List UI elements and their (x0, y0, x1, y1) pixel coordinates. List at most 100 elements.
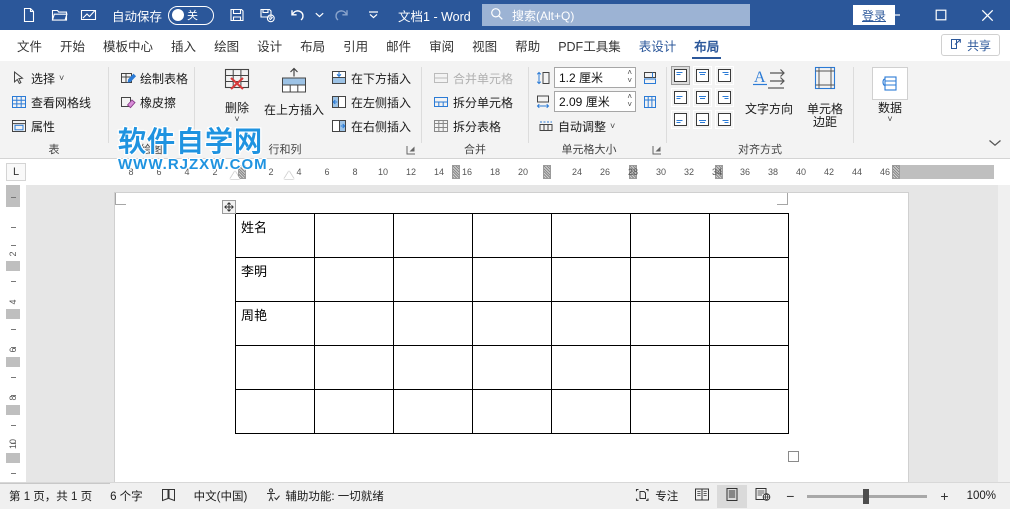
table-cell[interactable] (709, 389, 789, 434)
delete-table-button[interactable]: 删除 ˅ (209, 67, 265, 124)
vertical-scrollbar[interactable] (998, 185, 1010, 482)
table-cell[interactable] (709, 213, 789, 258)
search-input[interactable]: 搜索(Alt+Q) (482, 4, 750, 26)
horizontal-ruler[interactable]: L 8 6 4 2 2 4 6 8 10 12 14 16 18 20 24 2… (0, 159, 1010, 185)
undo-dropdown-icon[interactable] (312, 3, 326, 27)
tab-references[interactable]: 引用 (334, 30, 377, 61)
tab-file[interactable]: 文件 (8, 30, 51, 61)
table-cell[interactable] (551, 389, 631, 434)
zoom-level[interactable]: 100% (958, 483, 1010, 509)
table-cell[interactable] (314, 345, 394, 390)
table-cell[interactable] (551, 257, 631, 302)
draw-table-button[interactable]: 绘制表格 (117, 67, 191, 89)
tab-table-design[interactable]: 表设计 (630, 30, 686, 61)
column-width-input[interactable]: 2.09 厘米 ˄ ˅ (554, 91, 636, 112)
table-cell[interactable] (472, 389, 552, 434)
table-cell[interactable] (314, 301, 394, 346)
insert-below-button[interactable]: 在下方插入 (328, 67, 414, 89)
align-top-right-button[interactable] (715, 66, 734, 85)
tab-review[interactable]: 审阅 (420, 30, 463, 61)
table-cell[interactable] (551, 345, 631, 390)
distribute-rows-icon[interactable] (642, 70, 658, 86)
language-indicator[interactable]: 中文(中国) (185, 483, 257, 509)
insert-above-button[interactable]: 在上方插入 (263, 67, 325, 117)
tab-design[interactable]: 设计 (248, 30, 291, 61)
table-row[interactable] (235, 389, 789, 434)
collapse-ribbon-button[interactable] (988, 136, 1002, 150)
table-cell[interactable] (709, 257, 789, 302)
tab-home[interactable]: 开始 (51, 30, 94, 61)
table-cell[interactable] (709, 301, 789, 346)
insert-left-button[interactable]: 在左侧插入 (328, 91, 414, 113)
align-bottom-center-button[interactable] (693, 110, 712, 129)
cell-margins-button[interactable]: 单元格 边距 (801, 66, 849, 129)
text-direction-button[interactable]: A 文字方向 (741, 66, 797, 116)
tab-table-layout[interactable]: 布局 (685, 30, 728, 61)
autosave-toggle[interactable]: 关 (168, 5, 215, 25)
row-height-stepper[interactable]: ˄ ˅ (627, 69, 632, 85)
cell-size-dialog-launcher[interactable] (651, 144, 663, 156)
table-cell[interactable] (393, 389, 473, 434)
tab-insert[interactable]: 插入 (162, 30, 205, 61)
table-cell[interactable] (472, 345, 552, 390)
table-cell[interactable] (235, 345, 315, 390)
distribute-columns-icon[interactable] (642, 94, 658, 110)
table-cell[interactable] (551, 213, 631, 258)
table-row[interactable]: 李明 (235, 257, 789, 302)
customize-qat-icon[interactable] (362, 3, 384, 27)
table-cell[interactable]: 周艳 (235, 301, 315, 346)
table-cell[interactable] (472, 301, 552, 346)
tab-help[interactable]: 帮助 (506, 30, 549, 61)
page-indicator[interactable]: 第 1 页，共 1 页 (0, 483, 101, 509)
column-width-stepper[interactable]: ˄ ˅ (627, 93, 632, 109)
split-cells-button[interactable]: 拆分单元格 (430, 91, 516, 113)
table-cell[interactable] (393, 345, 473, 390)
zoom-slider[interactable] (807, 488, 928, 504)
table-row[interactable] (235, 345, 789, 390)
table-cell[interactable]: 李明 (235, 257, 315, 302)
table-cell[interactable] (630, 257, 710, 302)
align-middle-right-button[interactable] (715, 88, 734, 107)
zoom-out-button[interactable]: − (777, 483, 798, 509)
left-indent-marker[interactable] (230, 171, 240, 179)
word-count[interactable]: 6 个字 (101, 483, 152, 509)
maximize-button[interactable] (918, 0, 964, 30)
proofing-status[interactable] (152, 483, 185, 509)
table-cell[interactable] (709, 345, 789, 390)
save-as-icon[interactable] (252, 3, 282, 27)
table-cell[interactable]: 姓名 (235, 213, 315, 258)
table-cell[interactable] (630, 389, 710, 434)
rows-columns-dialog-launcher[interactable] (405, 144, 417, 156)
tab-draw[interactable]: 绘图 (205, 30, 248, 61)
insert-right-button[interactable]: 在右侧插入 (328, 115, 414, 137)
share-button[interactable]: 共享 (940, 34, 1000, 56)
document-canvas[interactable]: 姓名 李明 周艳 (26, 185, 1010, 482)
vertical-ruler[interactable]: 2 4 6 8 10 12 (0, 185, 26, 497)
table-cell[interactable] (551, 301, 631, 346)
row-height-input[interactable]: 1.2 厘米 ˄ ˅ (554, 67, 636, 88)
first-line-indent-marker[interactable] (284, 171, 294, 179)
page-1[interactable]: 姓名 李明 周艳 (115, 193, 908, 482)
focus-mode-button[interactable]: 专注 (626, 483, 687, 509)
undo-icon[interactable] (282, 3, 312, 27)
table-cell[interactable] (314, 213, 394, 258)
read-mode-button[interactable] (687, 485, 717, 508)
table-move-handle[interactable] (222, 200, 236, 214)
print-layout-button[interactable] (717, 484, 748, 508)
table-cell[interactable] (630, 345, 710, 390)
web-layout-button[interactable] (747, 485, 777, 508)
align-top-center-button[interactable] (693, 66, 712, 85)
document-table[interactable]: 姓名 李明 周艳 (235, 213, 789, 434)
accessibility-status[interactable]: 辅助功能: 一切就绪 (256, 483, 392, 509)
minimize-button[interactable] (872, 0, 918, 30)
properties-button[interactable]: 属性 (8, 115, 58, 137)
table-row[interactable]: 姓名 (235, 213, 789, 258)
align-middle-left-button[interactable] (671, 88, 690, 107)
align-top-left-button[interactable] (671, 66, 690, 85)
table-cell[interactable] (393, 213, 473, 258)
eraser-button[interactable]: 橡皮擦 (117, 91, 179, 113)
tab-stop-selector[interactable]: L (6, 163, 26, 181)
table-cell[interactable] (314, 257, 394, 302)
table-cell[interactable] (630, 213, 710, 258)
data-button[interactable]: 数据 ˅ (862, 67, 918, 124)
